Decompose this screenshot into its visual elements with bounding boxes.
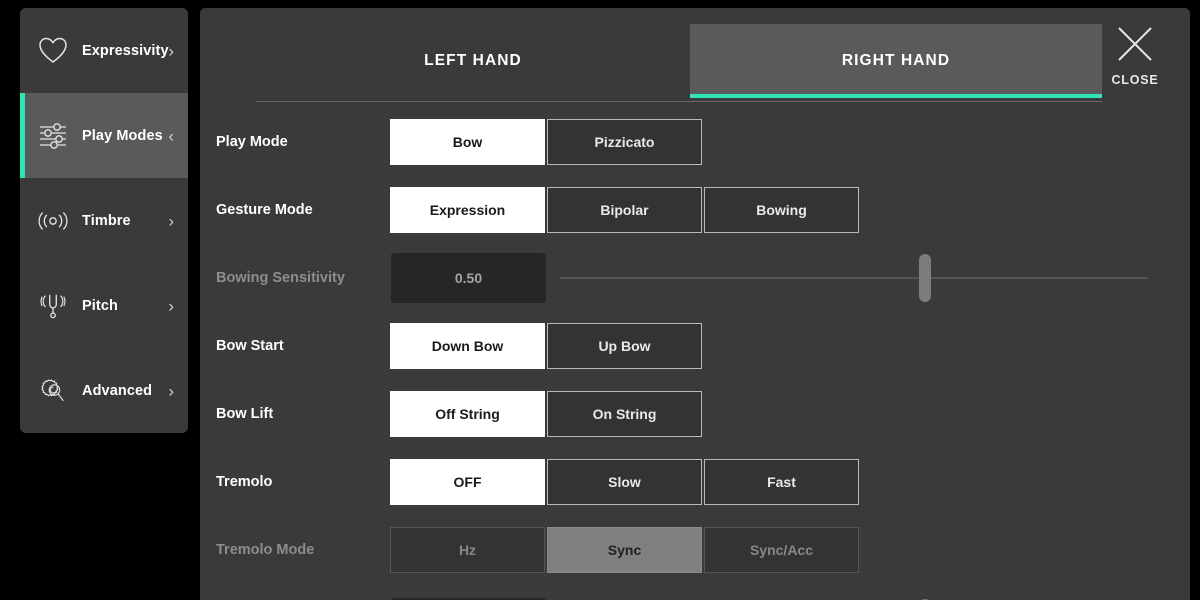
settings-row: Play Mode Bow Pizzicato bbox=[200, 108, 1190, 176]
settings-row: Gesture Mode Expression Bipolar Bowing bbox=[200, 176, 1190, 244]
segment-option[interactable]: Fast bbox=[704, 459, 859, 505]
segmented-control: Bow Pizzicato bbox=[390, 119, 704, 165]
segment-option[interactable]: Bipolar bbox=[547, 187, 702, 233]
row-label: Bow Start bbox=[216, 338, 284, 354]
tab-label: LEFT HAND bbox=[424, 52, 522, 69]
sidebar-item-label: Play Modes bbox=[82, 127, 163, 144]
sidebar-item-label: Advanced bbox=[82, 382, 153, 399]
heart-icon bbox=[38, 36, 68, 66]
row-label: Tremolo bbox=[216, 474, 273, 490]
settings-rows: Play Mode Bow Pizzicato Gesture Mode Express… bbox=[200, 108, 1190, 600]
settings-row: Tremolo OFF Slow Fast bbox=[200, 448, 1190, 516]
segment-option[interactable]: Slow bbox=[547, 459, 702, 505]
row-label: Gesture Mode bbox=[216, 202, 313, 218]
segment-option[interactable]: Down Bow bbox=[390, 323, 545, 369]
row-label: Bowing Sensitivity bbox=[216, 270, 345, 286]
settings-row: Bow Start Down Bow Up Bow bbox=[200, 312, 1190, 380]
sliders-icon bbox=[38, 121, 68, 151]
sidebar-item-pitch[interactable]: Pitch › bbox=[20, 263, 188, 348]
slider[interactable] bbox=[560, 253, 1148, 303]
segment-option[interactable]: Up Bow bbox=[547, 323, 702, 369]
sidebar-item-label: Expressivity bbox=[82, 42, 169, 59]
close-icon bbox=[1115, 24, 1155, 64]
segment-option[interactable]: Bow bbox=[390, 119, 545, 165]
tuning-fork-icon bbox=[38, 291, 68, 321]
settings-panel: LEFT HAND RIGHT HAND CLOSE Play Mode Bow P… bbox=[200, 8, 1190, 600]
segment-option[interactable]: On String bbox=[547, 391, 702, 437]
settings-row: Bow Lift Off String On String bbox=[200, 380, 1190, 448]
sidebar-item-label: Pitch bbox=[82, 297, 118, 314]
segmented-control: OFF Slow Fast bbox=[390, 459, 861, 505]
sidebar-item-advanced[interactable]: Advanced › bbox=[20, 348, 188, 433]
close-label: CLOSE bbox=[1111, 73, 1159, 87]
segmented-control: Expression Bipolar Bowing bbox=[390, 187, 861, 233]
row-label: Bow Lift bbox=[216, 406, 274, 422]
slider-thumb[interactable] bbox=[918, 254, 931, 302]
settings-row: Tremolo Mode Hz Sync Sync/Acc bbox=[200, 516, 1190, 584]
sidebar-item-play-modes[interactable]: Play Modes ‹ bbox=[20, 93, 188, 178]
sidebar-item-expressivity[interactable]: Expressivity › bbox=[20, 8, 188, 93]
segment-option[interactable]: Pizzicato bbox=[547, 119, 702, 165]
settings-row: Bowing Sensitivity 0.50 bbox=[200, 244, 1190, 312]
hand-tabs: LEFT HAND RIGHT HAND bbox=[200, 8, 1190, 102]
tab-left-hand[interactable]: LEFT HAND bbox=[256, 24, 690, 98]
row-label: Play Mode bbox=[216, 134, 288, 150]
sidebar-item-label: Timbre bbox=[82, 212, 131, 229]
chevron-right-icon: › bbox=[168, 211, 174, 230]
slider-value[interactable]: 0.50 bbox=[391, 253, 546, 303]
tab-label: RIGHT HAND bbox=[841, 52, 951, 69]
row-label: Tremolo Mode bbox=[216, 542, 315, 558]
slider-track bbox=[560, 277, 1148, 279]
sidebar-item-timbre[interactable]: Timbre › bbox=[20, 178, 188, 263]
active-tab-underline bbox=[690, 94, 1102, 98]
chevron-right-icon: › bbox=[168, 381, 174, 400]
active-accent-bar bbox=[20, 93, 25, 178]
segment-option[interactable]: Expression bbox=[390, 187, 545, 233]
segment-option[interactable]: Bowing bbox=[704, 187, 859, 233]
settings-row bbox=[200, 584, 1190, 600]
app-root: Expressivity › Play Modes ‹ Timbre › Pit… bbox=[0, 0, 1200, 600]
segmented-control: Hz Sync Sync/Acc bbox=[390, 527, 861, 573]
gear-search-icon bbox=[38, 376, 68, 406]
segment-option[interactable]: Hz bbox=[390, 527, 545, 573]
segment-option[interactable]: Sync bbox=[547, 527, 702, 573]
segmented-control: Off String On String bbox=[390, 391, 704, 437]
segmented-control: Down Bow Up Bow bbox=[390, 323, 704, 369]
chevron-left-icon: ‹ bbox=[168, 126, 174, 145]
waves-icon bbox=[38, 206, 68, 236]
segment-option[interactable]: Sync/Acc bbox=[704, 527, 859, 573]
segment-option[interactable]: Off String bbox=[390, 391, 545, 437]
chevron-right-icon: › bbox=[168, 296, 174, 315]
tab-right-hand[interactable]: RIGHT HAND bbox=[690, 24, 1102, 98]
chevron-right-icon: › bbox=[168, 41, 174, 60]
close-button[interactable]: CLOSE bbox=[1100, 24, 1170, 87]
segment-option[interactable]: OFF bbox=[390, 459, 545, 505]
tab-divider bbox=[256, 101, 1102, 102]
sidebar: Expressivity › Play Modes ‹ Timbre › Pit… bbox=[20, 8, 188, 433]
